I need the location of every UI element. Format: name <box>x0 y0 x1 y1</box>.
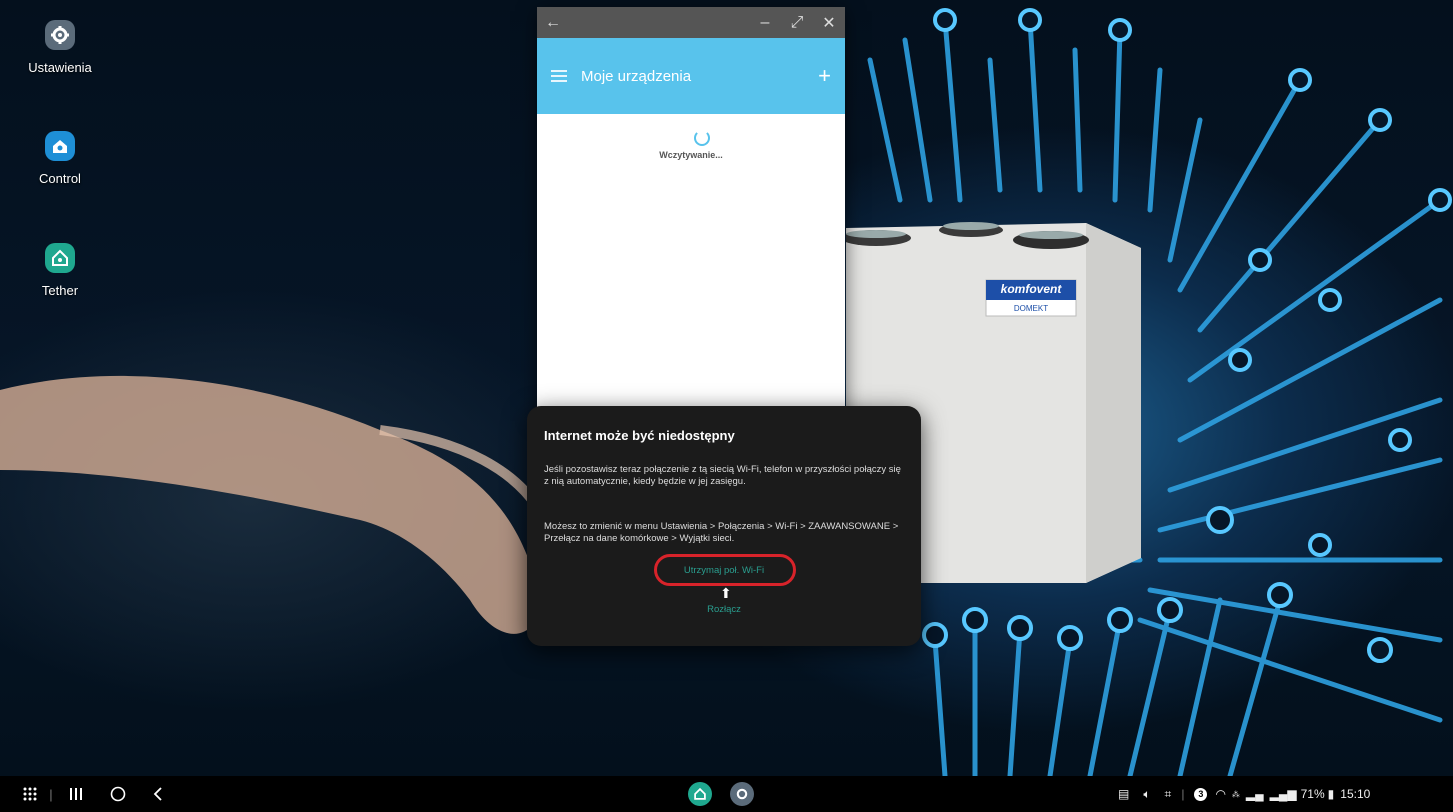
screenshot-icon[interactable]: ⌗ <box>1165 787 1172 802</box>
taskbar-divider: | <box>49 786 53 802</box>
taskbar: | ▤ 🔈︎ ⌗ | 3 ◠ ⁂ ▂▄ ▂▄▆ 71% ▮ 15:10 <box>0 776 1453 812</box>
taskbar-app-tether-icon[interactable] <box>686 776 714 812</box>
back-arrow-icon[interactable]: ← <box>537 14 569 32</box>
komfovent-control-icon <box>45 131 75 161</box>
desktop-icon-label: Ustawienia <box>28 60 92 75</box>
app-bar: Moje urządzenia + <box>537 38 845 114</box>
loading-text: Wczytywanie... <box>659 150 723 160</box>
gear-icon <box>45 20 75 50</box>
volume-icon[interactable]: 🔈︎ <box>1143 787 1150 802</box>
keyboard-icon[interactable]: ▤ <box>1118 787 1129 801</box>
lte-icon: ⁂ <box>1231 789 1240 799</box>
wifi-icon: ◠ <box>1215 787 1226 801</box>
app-drawer-icon[interactable] <box>18 776 42 812</box>
disconnect-button[interactable]: Rozłącz <box>527 604 921 615</box>
home-tether-icon <box>45 243 75 273</box>
signal-icon-2: ▂▄▆ <box>1269 787 1297 801</box>
taskbar-app-settings-icon[interactable] <box>728 776 756 812</box>
wifi-warning-dialog: Internet może być niedostępny Jeśli pozo… <box>527 406 921 646</box>
desktop-icon-label: Control <box>39 171 81 186</box>
highlight-annotation <box>654 554 796 586</box>
battery-percent: 71% <box>1300 787 1325 801</box>
app-window: ← – ⤢ ✕ Moje urządzenia + Wczytywanie... <box>537 7 845 417</box>
mouse-cursor-icon: ⬆ <box>720 585 732 601</box>
home-icon[interactable] <box>106 776 130 812</box>
maximize-icon[interactable]: ⤢ <box>781 14 813 32</box>
device-model-label: DOMEKT <box>1013 304 1049 313</box>
battery-icon: ▮ <box>1327 787 1335 801</box>
loading-spinner-icon <box>694 130 710 146</box>
signal-icon-1: ▂▄ <box>1245 787 1264 801</box>
dialog-paragraph: Jeśli pozostawisz teraz połączenie z tą … <box>544 464 901 487</box>
recent-apps-icon[interactable] <box>64 776 88 812</box>
window-title-bar: ← – ⤢ ✕ <box>537 7 845 38</box>
close-icon[interactable]: ✕ <box>813 13 845 33</box>
dialog-title: Internet może być niedostępny <box>544 428 735 443</box>
clock[interactable]: 15:10 <box>1340 787 1370 801</box>
add-device-icon[interactable]: + <box>818 63 831 89</box>
back-icon[interactable] <box>146 776 170 812</box>
tray-divider: | <box>1181 787 1185 801</box>
dialog-paragraph: Możesz to zmienić w menu Ustawienia > Po… <box>544 521 899 544</box>
device-list-area: Wczytywanie... <box>537 114 845 417</box>
desktop-icon-tether[interactable]: Tether <box>10 243 110 298</box>
notification-count-badge[interactable]: 3 <box>1194 787 1208 801</box>
app-bar-title: Moje urządzenia <box>581 67 692 85</box>
hamburger-menu-icon[interactable] <box>551 67 567 85</box>
desktop-icon-control[interactable]: Control <box>10 131 110 186</box>
device-brand-label: komfovent <box>1000 282 1062 296</box>
minimize-icon[interactable]: – <box>749 14 781 32</box>
desktop-icon-label: Tether <box>41 283 79 298</box>
desktop-icon-settings[interactable]: Ustawienia <box>10 20 110 75</box>
